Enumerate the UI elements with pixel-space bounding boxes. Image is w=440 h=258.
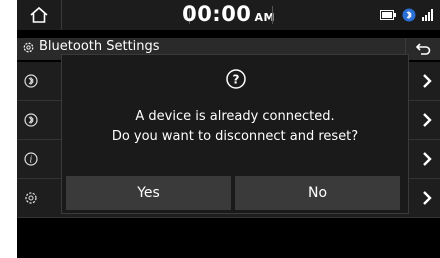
bluetooth-audio-icon: [24, 74, 38, 88]
clock-time: 00:00: [182, 2, 252, 26]
bluetooth-device-icon: [402, 8, 416, 22]
clock: 00:00 AM: [17, 2, 440, 26]
svg-text:i: i: [30, 156, 33, 166]
chevron-right-icon: [423, 152, 432, 166]
page-title: Bluetooth Settings: [39, 39, 160, 54]
no-button[interactable]: No: [235, 176, 400, 210]
clock-divider-right: [272, 6, 273, 24]
confirm-dialog: ? A device is already connected. Do you …: [61, 54, 409, 214]
status-bar: 00:00 AM: [17, 0, 440, 30]
back-button[interactable]: [405, 38, 440, 60]
chevron-right-icon: [423, 113, 432, 127]
question-circle-icon: ?: [226, 69, 246, 89]
svg-text:?: ?: [233, 73, 240, 87]
info-icon: i: [24, 152, 38, 166]
chevron-right-icon: [423, 191, 432, 205]
signal-icon: [422, 9, 433, 21]
back-arrow-icon: [415, 43, 431, 55]
bluetooth-phone-icon: [24, 113, 38, 127]
yes-button[interactable]: Yes: [66, 176, 231, 210]
screen: 00:00 AM Bluetooth Settings i ? A device…: [17, 0, 440, 258]
dialog-message-line1: A device is already connected.: [135, 109, 335, 124]
chevron-right-icon: [423, 74, 432, 88]
dialog-message-line2: Do you want to disconnect and reset?: [111, 129, 359, 144]
settings-gear-icon: [23, 42, 34, 53]
gear-icon: [25, 192, 37, 204]
status-icons: [380, 8, 434, 22]
battery-icon: [380, 10, 396, 20]
